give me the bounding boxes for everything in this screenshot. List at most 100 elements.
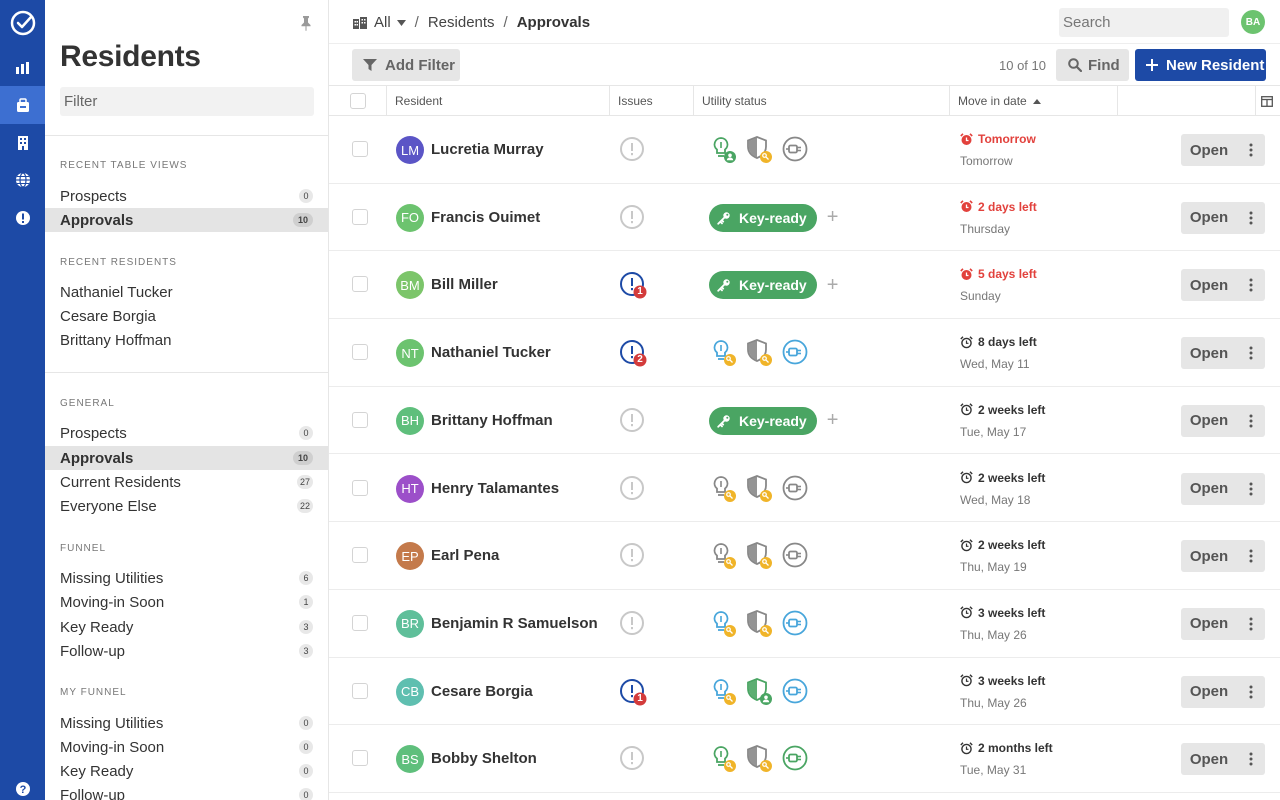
key-ready-badge[interactable]: Key-ready (709, 203, 817, 232)
more-vertical-icon[interactable] (1237, 337, 1265, 369)
residents-icon[interactable] (0, 86, 45, 124)
power-utility-icon[interactable] (709, 474, 737, 504)
internet-plug-icon[interactable] (781, 135, 809, 165)
key-ready-badge[interactable]: Key-ready (709, 406, 817, 435)
no-issue-icon[interactable] (619, 475, 647, 503)
more-vertical-icon[interactable] (1237, 540, 1265, 572)
open-button[interactable]: Open (1181, 405, 1237, 437)
table-row[interactable]: LM Lucretia Murray Tomorrow Tomorrow Open (329, 116, 1280, 184)
power-utility-icon[interactable] (709, 135, 737, 165)
open-button[interactable]: Open (1181, 134, 1237, 166)
add-filter-button[interactable]: Add Filter (352, 49, 460, 81)
recent-resident-link[interactable]: Nathaniel Tucker (60, 284, 173, 301)
resident-name[interactable]: Lucretia Murray (431, 141, 544, 158)
sidebar-item-my-follow-up[interactable]: Follow-up 0 (45, 783, 328, 800)
row-checkbox[interactable] (352, 344, 368, 361)
issue-alert-icon[interactable]: 2 (619, 339, 647, 367)
recent-resident-link[interactable]: Brittany Hoffman (60, 332, 171, 349)
table-row[interactable]: HT Henry Talamantes 2 weeks left Wed, May 1… (329, 455, 1280, 523)
globe-icon[interactable] (0, 161, 45, 199)
more-vertical-icon[interactable] (1237, 608, 1265, 640)
row-checkbox[interactable] (352, 141, 368, 157)
table-row[interactable]: CB Cesare Borgia 1 3 weeks left Thu, May 26 O… (329, 658, 1280, 726)
new-resident-button[interactable]: New Resident (1135, 49, 1266, 81)
resident-name[interactable]: Henry Talamantes (431, 480, 559, 497)
more-vertical-icon[interactable] (1237, 473, 1265, 505)
more-vertical-icon[interactable] (1237, 676, 1265, 708)
open-button[interactable]: Open (1181, 269, 1237, 301)
power-utility-icon[interactable] (709, 609, 737, 639)
row-checkbox[interactable] (352, 750, 368, 767)
sidebar-item-moving-in-soon[interactable]: Moving-in Soon 1 (45, 590, 328, 614)
recent-resident-link[interactable]: Cesare Borgia (60, 308, 156, 325)
caret-down-icon[interactable] (396, 19, 406, 26)
search-input[interactable] (1059, 8, 1229, 37)
sidebar-item-follow-up[interactable]: Follow-up 3 (45, 639, 328, 663)
internet-plug-icon[interactable] (781, 338, 809, 368)
insurance-shield-icon[interactable] (745, 677, 773, 707)
sidebar-item-key-ready[interactable]: Key Ready 3 (45, 615, 328, 639)
no-issue-icon[interactable] (619, 136, 647, 164)
breadcrumb-residents[interactable]: Residents (428, 14, 495, 31)
insurance-shield-icon[interactable] (745, 609, 773, 639)
row-checkbox[interactable] (352, 208, 368, 225)
alert-icon[interactable] (0, 199, 45, 237)
no-issue-icon[interactable] (619, 407, 647, 435)
columns-toggle-icon[interactable] (1256, 86, 1280, 116)
issue-alert-icon[interactable]: 1 (619, 678, 647, 706)
no-issue-icon[interactable] (619, 610, 647, 638)
resident-name[interactable]: Earl Pena (431, 547, 499, 564)
power-utility-icon[interactable] (709, 338, 737, 368)
row-checkbox[interactable] (352, 614, 368, 631)
column-header-utility-status[interactable]: Utility status (694, 86, 950, 116)
table-row[interactable]: BS Bobby Shelton 2 months left Tue, May 31 O… (329, 725, 1280, 793)
more-vertical-icon[interactable] (1237, 743, 1265, 775)
sidebar-item-approvals[interactable]: Approvals 10 (45, 446, 328, 470)
key-ready-badge[interactable]: Key-ready (709, 271, 817, 300)
resident-name[interactable]: Brittany Hoffman (431, 412, 553, 429)
column-header-issues[interactable]: Issues (610, 86, 694, 116)
row-checkbox[interactable] (352, 547, 368, 564)
sidebar-item-my-key-ready[interactable]: Key Ready 0 (45, 759, 328, 783)
resident-name[interactable]: Nathaniel Tucker (431, 344, 551, 361)
select-all-checkbox[interactable] (349, 93, 366, 109)
open-button[interactable]: Open (1181, 676, 1237, 708)
add-utility-plus-icon[interactable]: + (827, 206, 839, 229)
resident-name[interactable]: Francis Ouimet (431, 209, 540, 226)
table-row[interactable]: BH Brittany Hoffman Key-ready +2 weeks left… (329, 387, 1280, 455)
add-utility-plus-icon[interactable]: + (827, 409, 839, 432)
more-vertical-icon[interactable] (1237, 134, 1265, 166)
no-issue-icon[interactable] (619, 204, 647, 232)
sidebar-item-my-missing-utilities[interactable]: Missing Utilities 0 (45, 711, 328, 735)
help-icon[interactable]: ? (0, 770, 45, 800)
resident-name[interactable]: Cesare Borgia (431, 683, 533, 700)
power-utility-icon[interactable] (709, 541, 737, 571)
resident-name[interactable]: Benjamin R Samuelson (431, 615, 598, 632)
internet-plug-icon[interactable] (781, 541, 809, 571)
power-utility-icon[interactable] (709, 744, 737, 774)
internet-plug-icon[interactable] (781, 609, 809, 639)
table-row[interactable]: BR Benjamin R Samuelson 3 weeks left Thu, M… (329, 590, 1280, 658)
logo-check-icon[interactable] (0, 4, 45, 42)
sidebar-filter-input[interactable] (60, 87, 314, 116)
internet-plug-icon[interactable] (781, 744, 809, 774)
breadcrumb-all[interactable]: All (374, 14, 391, 31)
open-button[interactable]: Open (1181, 337, 1237, 369)
more-vertical-icon[interactable] (1237, 269, 1265, 301)
insurance-shield-icon[interactable] (745, 744, 773, 774)
sidebar-item-recent-prospects[interactable]: Prospects 0 (45, 184, 328, 208)
no-issue-icon[interactable] (619, 542, 647, 570)
analytics-icon[interactable] (0, 49, 45, 87)
resident-name[interactable]: Bill Miller (431, 276, 498, 293)
add-utility-plus-icon[interactable]: + (827, 274, 839, 297)
row-checkbox[interactable] (352, 276, 368, 293)
open-button[interactable]: Open (1181, 540, 1237, 572)
insurance-shield-icon[interactable] (745, 541, 773, 571)
row-checkbox[interactable] (352, 411, 368, 428)
table-row[interactable]: EP Earl Pena 2 weeks left Thu, May 19 Open (329, 522, 1280, 590)
user-avatar[interactable]: BA (1241, 10, 1265, 34)
more-vertical-icon[interactable] (1237, 202, 1265, 234)
open-button[interactable]: Open (1181, 202, 1237, 234)
table-row[interactable]: FO Francis Ouimet Key-ready +2 days left Thu… (329, 184, 1280, 252)
insurance-shield-icon[interactable] (745, 135, 773, 165)
